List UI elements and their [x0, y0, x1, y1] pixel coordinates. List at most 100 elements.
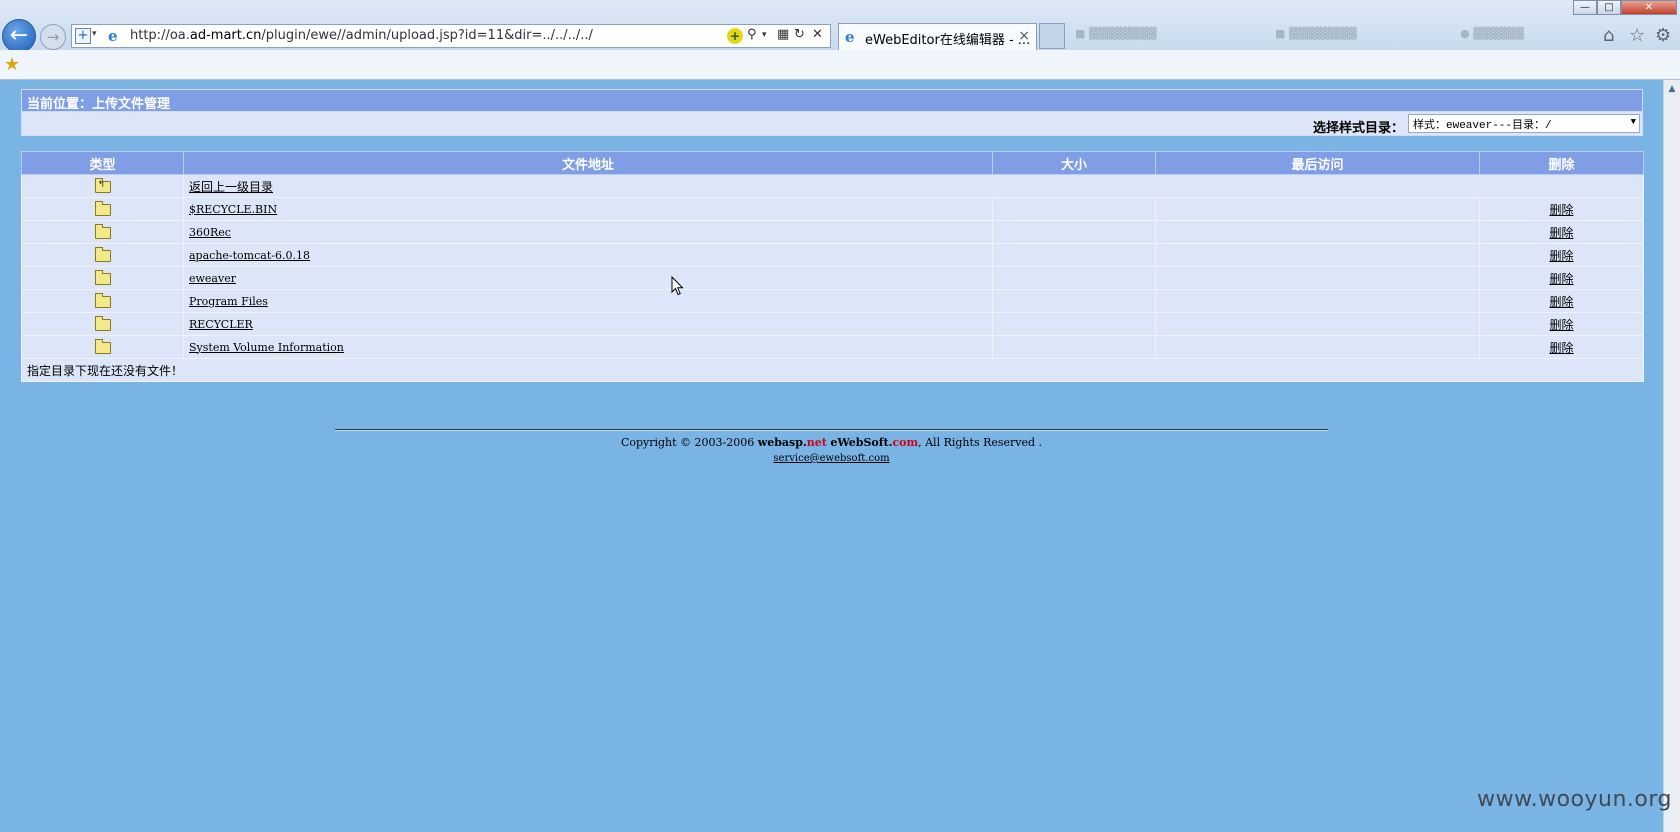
folder-icon[interactable]	[94, 315, 111, 331]
maximize-button[interactable]: □	[1597, 0, 1621, 15]
type-cell	[21, 243, 184, 267]
tab-blurred[interactable]: ● ▓▓▓▓▓▓	[1460, 27, 1590, 40]
new-tab-button[interactable]	[1039, 23, 1065, 49]
forward-button[interactable]: →	[40, 24, 66, 50]
file-path-cell: eweaver	[183, 266, 993, 290]
empty-message-row: 指定目录下现在还没有文件！	[21, 358, 1644, 382]
favorites-bar: ★	[0, 50, 1680, 80]
delete-link[interactable]: 删除	[1549, 203, 1573, 217]
parent-dir-link[interactable]: 返回上一级目录	[189, 180, 273, 194]
header-type: 类型	[21, 151, 184, 175]
empty-message: 指定目录下现在还没有文件！	[21, 358, 1644, 382]
vertical-scrollbar[interactable]: ▲	[1663, 80, 1680, 832]
folder-link[interactable]: System Volume Information	[189, 341, 344, 354]
table-header-row: 类型 文件地址 大小 最后访问 删除	[21, 151, 1644, 175]
ie-page-icon: e	[108, 27, 118, 45]
delete-link[interactable]: 删除	[1549, 249, 1573, 263]
table-row: eweaver 删除	[21, 266, 1644, 290]
delete-cell: 删除	[1479, 243, 1644, 267]
style-dir-select[interactable]: 样式：eweaver---目录：/ ▼	[1408, 114, 1640, 133]
size-cell	[992, 289, 1156, 313]
folder-icon[interactable]	[94, 223, 111, 239]
tab-blurred[interactable]: ■ ▓▓▓▓▓▓▓▓	[1275, 27, 1445, 40]
folder-link[interactable]: eweaver	[189, 272, 236, 285]
file-path-cell: RECYCLER	[183, 312, 993, 336]
chevron-down-icon[interactable]: ▾	[762, 30, 767, 40]
delete-cell: 删除	[1479, 197, 1644, 221]
address-bar[interactable]: + ▾ e http://oa.ad-mart.cn/plugin/ewe//a…	[71, 24, 831, 48]
window-controls: — □ ✕	[1573, 0, 1680, 16]
gear-icon[interactable]: ⚙	[1655, 25, 1671, 46]
type-cell	[21, 197, 184, 221]
copyright-text: Copyright © 2003-2006 webasp.net eWebSof…	[620, 436, 1043, 449]
file-path-cell: apache-tomcat-6.0.18	[183, 243, 993, 267]
type-cell	[21, 312, 184, 336]
scroll-up-icon[interactable]: ▲	[1666, 83, 1678, 95]
table-row: apache-tomcat-6.0.18 删除	[21, 243, 1644, 267]
footer-email: service@ewebsoft.com	[0, 450, 1663, 464]
folder-up-icon[interactable]: ↰	[94, 177, 111, 193]
delete-cell: 删除	[1479, 220, 1644, 244]
type-cell: ↰	[21, 174, 184, 198]
tab-close-icon[interactable]: ×	[1018, 28, 1030, 44]
folder-link[interactable]: RECYCLER	[189, 318, 253, 331]
type-cell	[21, 289, 184, 313]
table-row: Program Files 删除	[21, 289, 1644, 313]
compatibility-icon[interactable]: ▦	[777, 27, 789, 42]
refresh-icon[interactable]: ↻	[794, 27, 805, 42]
delete-link[interactable]: 删除	[1549, 226, 1573, 240]
style-dir-label: 选择样式目录：	[1312, 121, 1404, 136]
size-cell	[992, 312, 1156, 336]
delete-cell: 删除	[1479, 335, 1644, 359]
table-row-parent: ↰ 返回上一级目录	[21, 174, 1644, 198]
watermark: www.wooyun.org	[1477, 787, 1672, 812]
email-link[interactable]: service@ewebsoft.com	[773, 453, 889, 464]
chevron-down-icon[interactable]: ▾	[92, 29, 97, 39]
delete-cell: 删除	[1479, 266, 1644, 290]
style-dir-bar: 选择样式目录： 样式：eweaver---目录：/ ▼	[21, 112, 1643, 136]
delete-cell: 删除	[1479, 312, 1644, 336]
compatibility-view-icon[interactable]: +	[75, 28, 91, 44]
header-last-access: 最后访问	[1155, 151, 1480, 175]
folder-icon[interactable]	[94, 200, 111, 216]
tab-blurred[interactable]: ■ ▓▓▓▓▓▓▓▓	[1075, 27, 1245, 40]
last-access-cell	[1155, 335, 1480, 359]
type-cell	[21, 220, 184, 244]
back-button[interactable]: ←	[2, 19, 36, 53]
last-access-cell	[1155, 289, 1480, 313]
tab-active[interactable]: e eWebEditor在线编辑器 - ... ×	[838, 23, 1037, 50]
folder-link[interactable]: apache-tomcat-6.0.18	[189, 249, 310, 262]
last-access-cell	[1155, 243, 1480, 267]
folder-link[interactable]: Program Files	[189, 295, 268, 308]
home-icon[interactable]: ⌂	[1603, 25, 1614, 46]
folder-link[interactable]: 360Rec	[189, 226, 231, 239]
delete-link[interactable]: 删除	[1549, 295, 1573, 309]
delete-link[interactable]: 删除	[1549, 341, 1573, 355]
ie-tab-icon: e	[845, 28, 855, 46]
close-button[interactable]: ✕	[1621, 0, 1677, 15]
search-icon[interactable]: ⚲	[747, 27, 757, 42]
size-cell	[992, 197, 1156, 221]
file-table: 类型 文件地址 大小 最后访问 删除 ↰ 返回上一级目录 $RECYCLE.BI…	[21, 151, 1644, 382]
stop-icon[interactable]: ✕	[812, 27, 823, 42]
folder-icon[interactable]	[94, 292, 111, 308]
favorites-star-icon[interactable]: ★	[4, 54, 20, 75]
minimize-button[interactable]: —	[1573, 0, 1597, 15]
size-cell	[992, 243, 1156, 267]
address-url[interactable]: http://oa.ad-mart.cn/plugin/ewe//admin/u…	[130, 28, 593, 43]
delete-cell: 删除	[1479, 289, 1644, 313]
folder-icon[interactable]	[94, 246, 111, 262]
favorites-star-icon[interactable]: ☆	[1629, 25, 1645, 46]
folder-icon[interactable]	[94, 338, 111, 354]
folder-link[interactable]: $RECYCLE.BIN	[189, 203, 277, 216]
delete-link[interactable]: 删除	[1549, 318, 1573, 332]
browser-extension-icon[interactable]: +	[727, 28, 743, 44]
mouse-cursor-icon	[671, 275, 684, 296]
location-bar: 当前位置：上传文件管理	[21, 89, 1643, 112]
chevron-down-icon[interactable]: ▼	[1631, 117, 1636, 127]
style-dir-select-value: 样式：eweaver---目录：/	[1413, 120, 1552, 132]
table-row: 360Rec 删除	[21, 220, 1644, 244]
delete-link[interactable]: 删除	[1549, 272, 1573, 286]
folder-icon[interactable]	[94, 269, 111, 285]
table-row: $RECYCLE.BIN 删除	[21, 197, 1644, 221]
